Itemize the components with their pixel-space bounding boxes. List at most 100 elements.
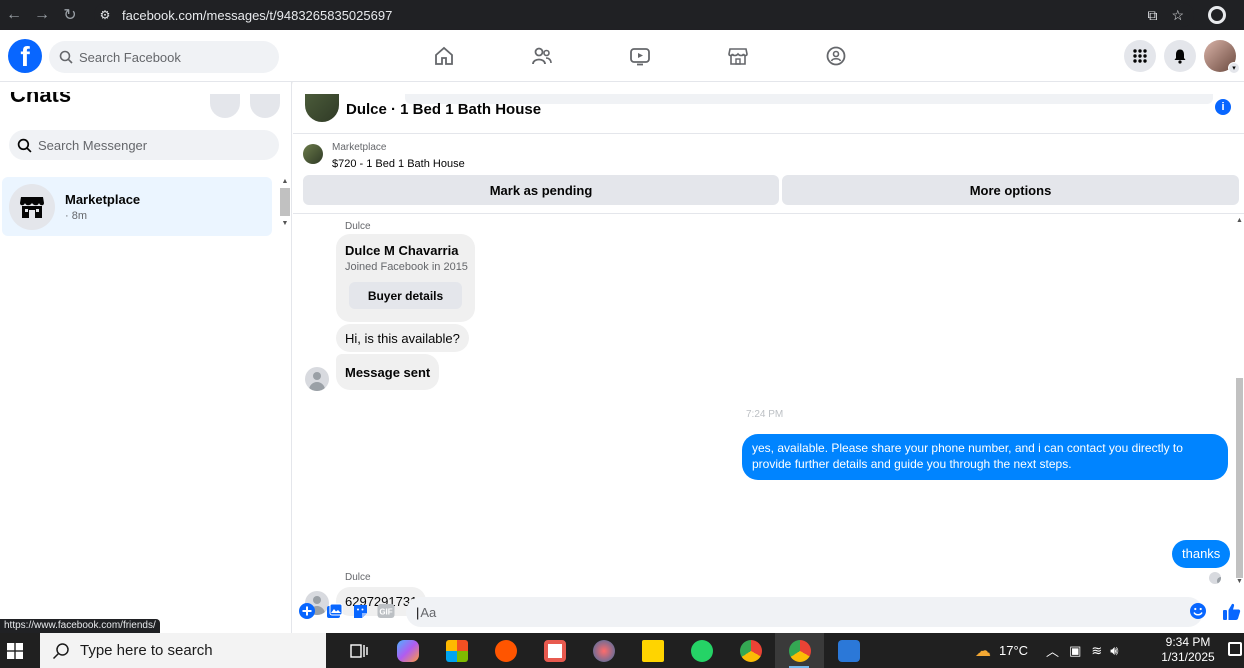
sender-avatar[interactable] xyxy=(305,367,329,391)
weather-icon[interactable]: ☁ xyxy=(975,641,991,661)
scrollbar-thumb[interactable] xyxy=(280,188,290,216)
search-icon xyxy=(52,642,69,659)
app-icon[interactable] xyxy=(530,633,579,668)
scroll-down-icon[interactable]: ▼ xyxy=(279,220,291,230)
chevron-down-icon: ▾ xyxy=(1228,62,1240,74)
scroll-down-icon[interactable]: ▼ xyxy=(1235,578,1244,587)
wifi-icon[interactable]: ≋ xyxy=(1091,643,1102,659)
message-bubble-outgoing[interactable]: thanks xyxy=(1172,540,1231,568)
nav-groups[interactable] xyxy=(787,30,885,82)
notifications-icon[interactable] xyxy=(1228,642,1242,656)
groups-icon xyxy=(826,46,846,66)
message-list: Dulce Dulce M Chavarria Joined Facebook … xyxy=(293,214,1244,616)
sidebar-scrollbar[interactable]: ▲ ▼ xyxy=(279,178,291,234)
search-icon xyxy=(17,138,32,153)
facebook-search-input[interactable]: Search Facebook xyxy=(49,41,279,73)
message-input[interactable]: | Aa xyxy=(406,597,1203,627)
chat-name: Marketplace xyxy=(65,191,141,207)
weather-temperature[interactable]: 17°C xyxy=(999,643,1028,658)
sender-name: Dulce xyxy=(345,221,371,232)
conversation-panel: Dulce · 1 Bed 1 Bath House i Marketplace… xyxy=(293,82,1244,633)
bell-icon xyxy=(1174,49,1186,64)
taskbar-apps xyxy=(334,633,873,668)
info-icon[interactable]: i xyxy=(1215,99,1231,115)
options-icon[interactable] xyxy=(210,94,240,118)
home-icon xyxy=(435,46,453,65)
conversation-title[interactable]: Dulce · 1 Bed 1 Bath House xyxy=(346,101,541,118)
forward-icon[interactable]: → xyxy=(28,1,56,29)
bookmark-star-icon[interactable]: ☆ xyxy=(1171,7,1184,24)
listing-thumbnail[interactable] xyxy=(303,144,323,164)
address-bar[interactable]: ⚙ facebook.com/messages/t/94832658350256… xyxy=(94,3,1194,27)
messenger-search-input[interactable]: Search Messenger xyxy=(9,130,279,160)
conversation-avatar[interactable] xyxy=(305,94,339,122)
facebook-search-placeholder: Search Facebook xyxy=(79,49,181,65)
chrome-icon[interactable] xyxy=(726,633,775,668)
scroll-up-icon[interactable]: ▲ xyxy=(279,178,291,188)
buyer-details-button[interactable]: Buyer details xyxy=(349,282,462,309)
meet-now-icon[interactable]: ▣ xyxy=(1069,643,1081,659)
install-app-icon[interactable]: ⧉ xyxy=(1147,7,1157,24)
chrome-profile-icon[interactable] xyxy=(1208,6,1226,24)
scrollbar-thumb[interactable] xyxy=(1236,378,1243,578)
taskbar-search-input[interactable]: Type here to search xyxy=(40,633,326,668)
site-settings-icon[interactable]: ⚙ xyxy=(94,8,116,22)
whatsapp-icon[interactable] xyxy=(677,633,726,668)
more-options-button[interactable]: More options xyxy=(782,175,1239,205)
like-thumb-icon[interactable] xyxy=(1221,602,1241,620)
mark-as-pending-button[interactable]: Mark as pending xyxy=(303,175,779,205)
taskbar-clock[interactable]: 9:34 PM 1/31/2025 xyxy=(1155,635,1221,665)
conversation-scrollbar[interactable]: ▲ ▼ xyxy=(1235,217,1244,587)
chrome-active-icon[interactable] xyxy=(775,633,824,668)
browser-toolbar: ← → ↻ ⚙ facebook.com/messages/t/94832658… xyxy=(0,0,1244,30)
notifications-button[interactable] xyxy=(1164,40,1196,72)
nav-friends[interactable] xyxy=(493,30,591,82)
message-composer: GIF | Aa xyxy=(293,592,1244,632)
message-bubble-outgoing[interactable]: yes, available. Please share your phone … xyxy=(742,434,1228,480)
listing-label: Marketplace xyxy=(332,142,387,153)
nav-watch[interactable] xyxy=(591,30,689,82)
chevron-up-icon[interactable]: ︿ xyxy=(1046,641,1059,660)
windows-start-icon[interactable] xyxy=(0,633,30,668)
buyer-joined: Joined Facebook in 2015 xyxy=(345,261,468,273)
sticker-icon[interactable] xyxy=(351,602,369,620)
message-bubble-incoming[interactable]: Hi, is this available? xyxy=(336,324,469,352)
task-view-icon[interactable] xyxy=(334,633,383,668)
account-avatar[interactable]: ▾ xyxy=(1204,40,1240,74)
listing-title[interactable]: $720 - 1 Bed 1 Bath House xyxy=(332,158,465,170)
app-r-icon[interactable] xyxy=(824,633,873,668)
store-icon xyxy=(9,183,55,230)
listing-banner: Marketplace $720 - 1 Bed 1 Bath House Ma… xyxy=(293,134,1244,214)
message-sent-notice: Message sent xyxy=(336,354,440,390)
windows-taskbar: Type here to search ☁ 17°C ︿ ▣ ≋ 🔊︎ 9:34… xyxy=(0,633,1244,668)
soundcloud-icon[interactable] xyxy=(481,633,530,668)
back-icon[interactable]: ← xyxy=(0,1,28,29)
scroll-up-icon[interactable]: ▲ xyxy=(1235,217,1244,226)
message-input-placeholder: Aa xyxy=(420,604,437,620)
messenger-search-placeholder: Search Messenger xyxy=(38,137,148,153)
facebook-header: f Search Facebook ▾ xyxy=(0,30,1244,82)
plus-circle-icon[interactable] xyxy=(298,602,316,620)
sticky-notes-icon[interactable] xyxy=(628,633,677,668)
emoji-icon[interactable] xyxy=(1189,602,1207,620)
clock-time: 9:34 PM xyxy=(1165,635,1211,649)
new-message-icon[interactable] xyxy=(250,94,280,118)
grid-menu-icon xyxy=(1133,49,1147,63)
taskbar-search-placeholder: Type here to search xyxy=(80,642,213,659)
photo-icon[interactable] xyxy=(325,602,343,620)
url-text[interactable]: facebook.com/messages/t/9483265835025697 xyxy=(122,8,392,23)
nav-marketplace[interactable] xyxy=(689,30,787,82)
facebook-logo-icon[interactable]: f xyxy=(8,39,42,73)
reload-icon[interactable]: ↻ xyxy=(56,1,84,29)
menu-button[interactable] xyxy=(1124,40,1156,72)
microsoft-store-icon[interactable] xyxy=(432,633,481,668)
clock-date: 1/31/2025 xyxy=(1161,650,1215,664)
gif-icon[interactable]: GIF xyxy=(377,602,395,620)
chat-item-marketplace[interactable]: Marketplace · 8m xyxy=(2,177,272,236)
app-icon[interactable] xyxy=(579,633,628,668)
marketplace-icon xyxy=(728,48,748,65)
volume-icon[interactable]: 🔊︎ xyxy=(1110,643,1118,659)
chat-time: · 8m xyxy=(65,209,87,222)
copilot-icon[interactable] xyxy=(383,633,432,668)
nav-home[interactable] xyxy=(395,30,493,82)
